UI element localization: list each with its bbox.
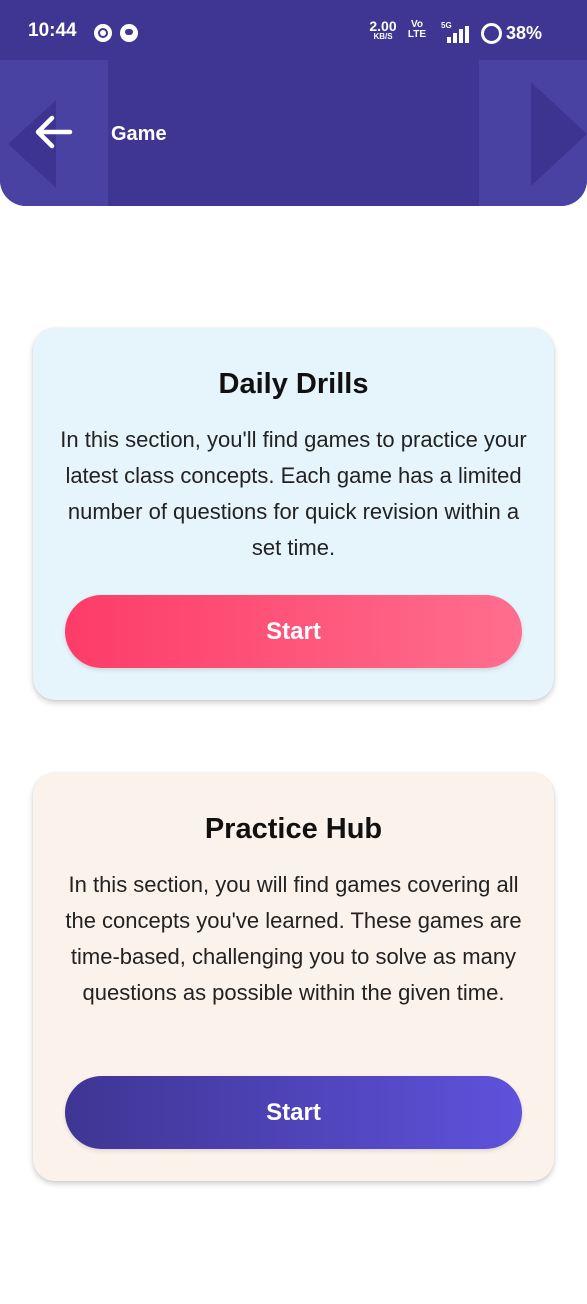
card-description: In this section, you will find games cov… [65, 872, 522, 1005]
page-title: Game [111, 123, 167, 145]
network-speed-unit: KB/S [373, 32, 393, 41]
status-bar: 10:44 2.00 KB/S Vo LTE 5G 38% [0, 0, 587, 62]
volte-indicator: Vo LTE [407, 20, 427, 40]
status-time: 10:44 [28, 20, 77, 41]
signal-icon [447, 26, 471, 43]
network-speed: 2.00 KB/S [366, 19, 400, 41]
header-chevron-right-decoration [531, 82, 587, 186]
notification-icon [94, 24, 112, 42]
volte-bottom-label: LTE [407, 29, 427, 40]
battery-icon [481, 23, 502, 44]
card-title: Practice Hub [204, 813, 383, 845]
practice-hub-start-button[interactable]: Start [65, 1076, 522, 1149]
battery-percentage: 38% [506, 23, 543, 43]
practice-hub-card: Practice Hub In this section, you will f… [33, 773, 554, 1181]
network-speed-value: 2.00 [369, 18, 397, 34]
chat-notification-icon [120, 24, 138, 42]
app-header: Game [0, 60, 587, 206]
card-description: In this section, you'll find games to pr… [60, 427, 527, 560]
card-title: Daily Drills [218, 368, 369, 400]
daily-drills-card: Daily Drills In this section, you'll fin… [33, 328, 554, 700]
daily-drills-start-button[interactable]: Start [65, 595, 522, 668]
arrow-left-icon[interactable] [30, 108, 78, 156]
